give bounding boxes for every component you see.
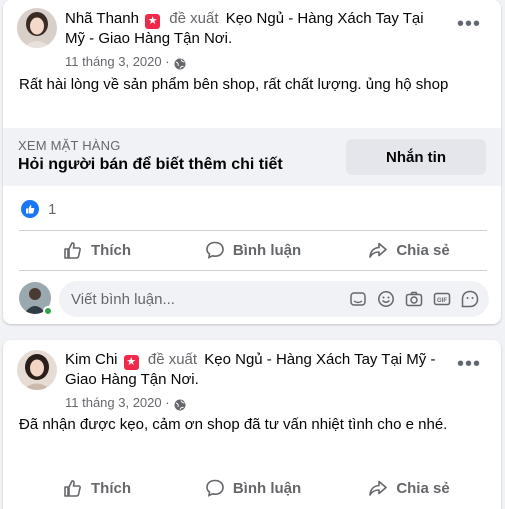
- recommend-badge-icon: ★: [145, 14, 161, 29]
- post-headline: Kim Chi ★ đề xuất Kẹo Ngủ - Hàng Xách Ta…: [65, 350, 445, 413]
- like-button[interactable]: Thích: [19, 232, 175, 268]
- reaction-summary[interactable]: 1: [21, 200, 56, 218]
- divider: [19, 270, 487, 271]
- share-label: Chia sẻ: [396, 479, 450, 497]
- post-header: Kim Chi ★ đề xuất Kẹo Ngủ - Hàng Xách Ta…: [3, 340, 501, 411]
- like-reaction-icon: [21, 200, 39, 218]
- page-link[interactable]: Kẹo Ngủ - Hàng Xách Tay Tại Mỹ - Giao Hà…: [65, 351, 435, 388]
- recommend-badge-icon: ★: [123, 355, 139, 370]
- avatar[interactable]: [17, 350, 57, 390]
- post-card: Nhã Thanh ★ đề xuất Kẹo Ngủ - Hàng Xách …: [3, 0, 501, 324]
- thumbs-up-icon: [64, 242, 81, 259]
- comment-composer: Viết bình luận... GIF: [19, 281, 489, 317]
- post-actions: Thích Bình luận Chia sẻ: [19, 232, 487, 268]
- author-name[interactable]: Nhã Thanh: [65, 10, 139, 27]
- globe-icon: [174, 56, 186, 70]
- comment-button[interactable]: Bình luận: [175, 470, 331, 506]
- comment-input[interactable]: Viết bình luận... GIF: [59, 281, 489, 317]
- recommend-verb: đề xuất: [169, 10, 219, 27]
- gif-icon[interactable]: GIF: [433, 290, 451, 308]
- avatar[interactable]: [17, 8, 57, 48]
- post-date[interactable]: 11 tháng 3, 2020 ·: [65, 393, 170, 413]
- product-title: Hỏi người bán để biết thêm chi tiết: [18, 156, 283, 173]
- like-label: Thích: [91, 241, 131, 259]
- sticker-icon[interactable]: [349, 290, 367, 308]
- like-label: Thích: [91, 479, 131, 497]
- share-arrow-icon: [369, 242, 388, 258]
- online-status-dot: [43, 306, 53, 316]
- thumbs-up-icon: [64, 480, 81, 497]
- recommend-verb: đề xuất: [147, 351, 198, 368]
- divider: [19, 230, 487, 231]
- emoji-icon[interactable]: [377, 290, 395, 308]
- product-kicker: XEM MẶT HÀNG: [18, 138, 121, 153]
- share-arrow-icon: [369, 480, 388, 496]
- camera-icon[interactable]: [405, 290, 423, 308]
- avatar-sticker-icon[interactable]: [461, 290, 479, 308]
- comment-tools: GIF: [349, 290, 489, 308]
- speech-bubble-icon: [206, 479, 224, 497]
- message-button[interactable]: Nhắn tin: [346, 139, 486, 175]
- speech-bubble-icon: [206, 241, 224, 259]
- share-button[interactable]: Chia sẻ: [331, 232, 487, 268]
- reaction-count: 1: [48, 200, 57, 218]
- post-header: Nhã Thanh ★ đề xuất Kẹo Ngủ - Hàng Xách …: [3, 0, 501, 70]
- post-card: Kim Chi ★ đề xuất Kẹo Ngủ - Hàng Xách Ta…: [3, 340, 501, 509]
- more-options-icon[interactable]: •••: [457, 354, 481, 374]
- more-options-icon[interactable]: •••: [457, 14, 481, 34]
- comment-label: Bình luận: [232, 479, 302, 497]
- product-panel: XEM MẶT HÀNG Hỏi người bán để biết thêm …: [3, 128, 501, 186]
- post-headline: Nhã Thanh ★ đề xuất Kẹo Ngủ - Hàng Xách …: [65, 9, 445, 72]
- post-actions: Thích Bình luận Chia sẻ: [19, 470, 487, 506]
- like-button[interactable]: Thích: [19, 470, 175, 506]
- comment-button[interactable]: Bình luận: [175, 232, 331, 268]
- author-name[interactable]: Kim Chi: [65, 351, 118, 368]
- post-text: Rất hài lòng về sản phẩm bên shop, rất c…: [19, 76, 449, 93]
- post-text: Đã nhận được kẹo, cảm ơn shop đã tư vấn …: [19, 416, 448, 433]
- comment-label: Bình luận: [232, 241, 302, 259]
- svg-text:GIF: GIF: [437, 298, 447, 304]
- share-label: Chia sẻ: [396, 241, 450, 259]
- globe-icon: [174, 397, 186, 411]
- comment-placeholder: Viết bình luận...: [71, 290, 175, 308]
- post-date[interactable]: 11 tháng 3, 2020 ·: [65, 52, 170, 72]
- share-button[interactable]: Chia sẻ: [331, 470, 487, 506]
